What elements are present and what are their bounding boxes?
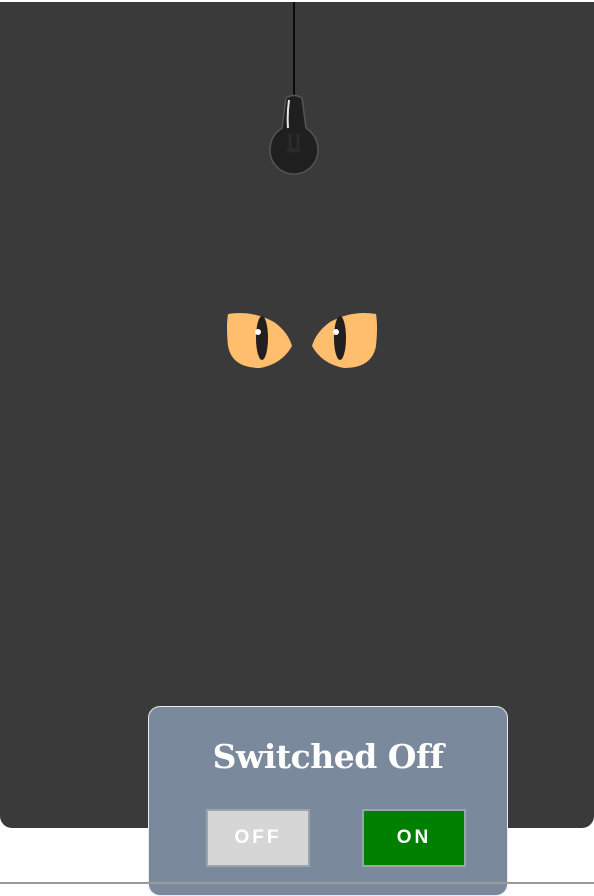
switch-panel: Switched Off OFF ON xyxy=(148,706,508,896)
on-button[interactable]: ON xyxy=(362,809,466,867)
off-button[interactable]: OFF xyxy=(206,809,310,867)
dark-room xyxy=(0,2,594,828)
right-eye-glint xyxy=(333,329,339,335)
left-eye-glint xyxy=(255,329,261,335)
status-title: Switched Off xyxy=(212,737,444,776)
bulb-cord xyxy=(293,2,295,98)
light-bulb-icon xyxy=(269,94,319,175)
left-pupil xyxy=(256,316,268,360)
right-pupil xyxy=(334,316,346,360)
cat-eyes-icon xyxy=(227,313,377,368)
